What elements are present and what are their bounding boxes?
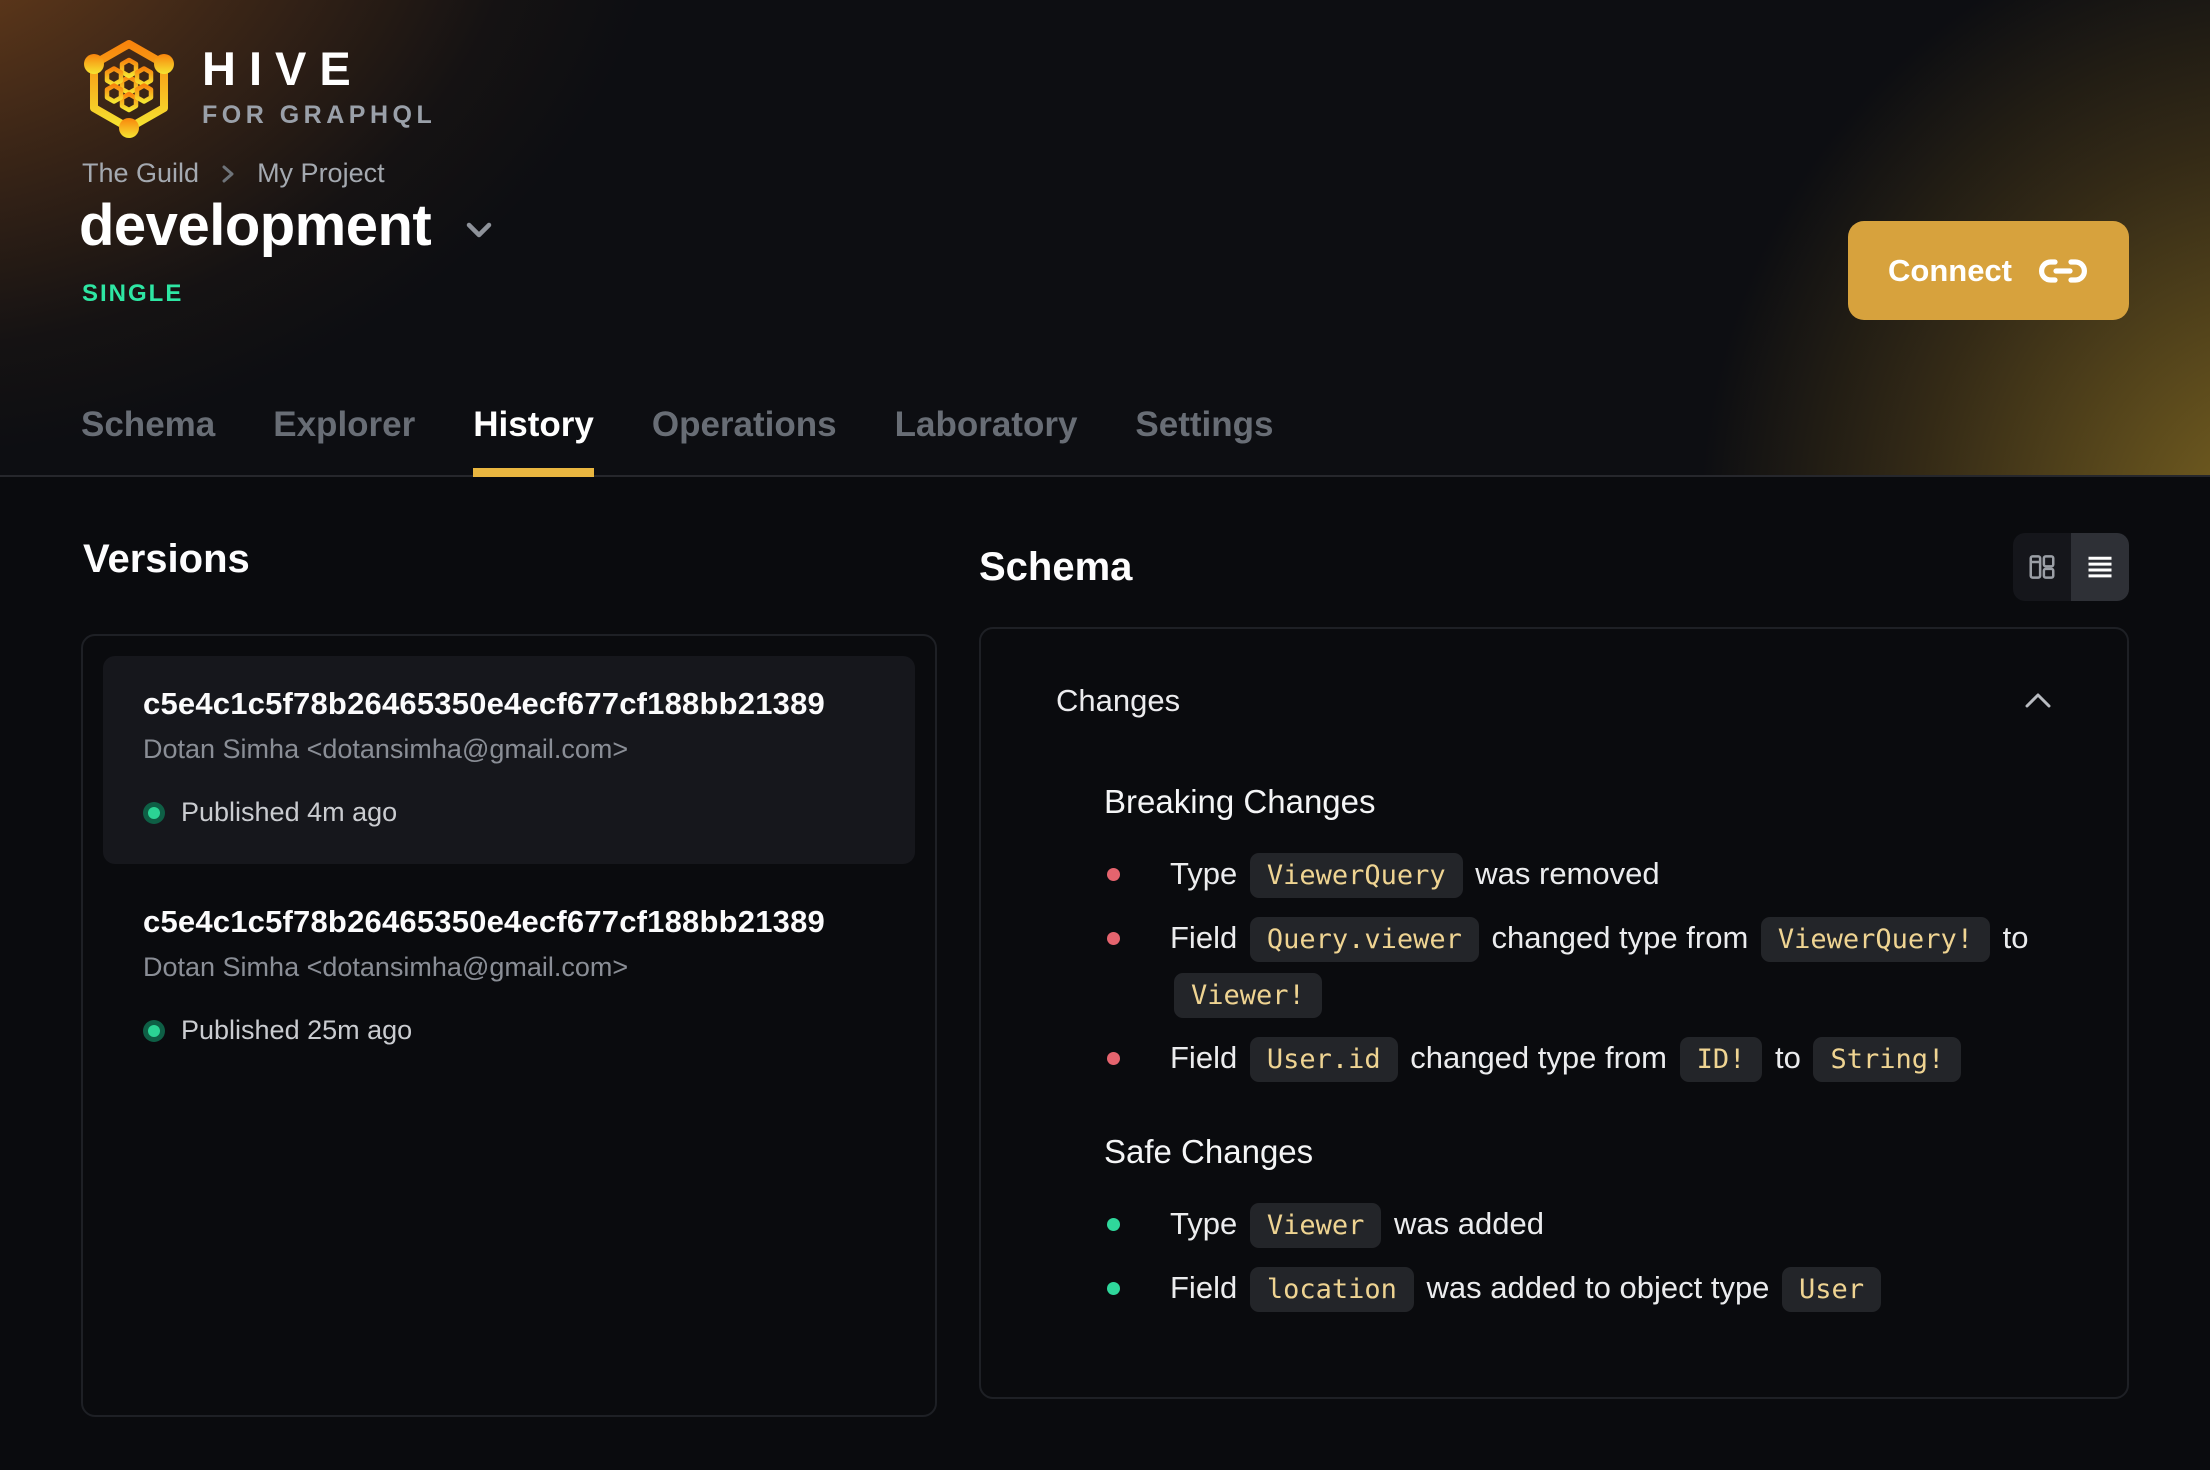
change-section: Breaking Changes Type ViewerQuery was rem… [1104,783,2057,1087]
brand-name: HIVE [202,41,364,95]
change-section-title: Breaking Changes [1104,783,1376,820]
tab-explorer[interactable]: Explorer [273,405,415,477]
code-chip: ViewerQuery! [1760,917,1990,962]
tab-bar: Schema Explorer History Operations Labor… [81,405,1274,477]
version-card[interactable]: c5e4c1c5f78b26465350e4ecf677cf188bb21389… [103,874,915,1082]
tab-history[interactable]: History [473,405,594,477]
page-title-target: development [79,193,432,258]
code-chip: User.id [1249,1037,1398,1082]
header: HIVE FOR GRAPHQL The Guild My Project de… [0,0,2210,477]
change-section: Safe Changes Type Viewer was added Field l… [1104,1133,2057,1317]
change-item: Field Query.viewer changed type from Vie… [1104,911,2057,1023]
tab-settings[interactable]: Settings [1135,405,1273,477]
target-mode-badge: SINGLE [82,280,184,307]
schema-heading: Schema [979,544,1133,589]
code-chip: Query.viewer [1249,917,1479,962]
version-hash: c5e4c1c5f78b26465350e4ecf677cf188bb21389 [143,904,825,939]
code-chip: Viewer! [1174,973,1322,1018]
versions-heading: Versions [83,537,250,581]
status-dot-icon [143,1019,165,1042]
columns-view-button[interactable] [2013,533,2071,601]
versions-panel: c5e4c1c5f78b26465350e4ecf677cf188bb21389… [81,634,937,1417]
brand-tagline: FOR GRAPHQL [202,100,437,129]
change-list: Type ViewerQuery was removed Field Query.… [1104,847,2057,1087]
status-dot-icon [143,801,165,824]
changes-title: Changes [1056,683,1181,718]
list-view-button[interactable] [2071,533,2129,601]
schema-column: Schema Changes Breaking Changes Type Vie… [979,531,2129,1417]
code-chip: Viewer [1249,1203,1382,1248]
changes-collapse-header[interactable]: Changes [1056,683,2057,719]
version-author: Dotan Simha <dotansimha@gmail.com> [143,734,629,764]
change-item: Type Viewer was added [1104,1197,2057,1253]
columns-view-icon [2027,552,2057,582]
change-item: Field location was added to object type … [1104,1261,2057,1317]
hive-logo[interactable]: HIVE FOR GRAPHQL [80,36,436,138]
chevron-right-icon [219,161,237,187]
main-content: Versions c5e4c1c5f78b26465350e4ecf677cf1… [0,531,2210,1417]
versions-column: Versions c5e4c1c5f78b26465350e4ecf677cf1… [81,531,937,1417]
tab-laboratory[interactable]: Laboratory [895,405,1078,477]
code-chip: String! [1813,1037,1962,1082]
tab-operations[interactable]: Operations [652,405,837,477]
change-list: Type Viewer was added Field location was … [1104,1197,2057,1317]
code-chip: location [1249,1267,1414,1312]
code-chip: ID! [1679,1037,1763,1082]
version-author: Dotan Simha <dotansimha@gmail.com> [143,952,629,982]
page: HIVE FOR GRAPHQL The Guild My Project de… [0,0,2210,1470]
hive-hexagon-icon [80,36,178,138]
version-card[interactable]: c5e4c1c5f78b26465350e4ecf677cf188bb21389… [103,656,915,864]
view-toggle [2013,533,2129,601]
connect-button[interactable]: Connect [1848,221,2129,320]
list-view-icon [2085,552,2115,582]
code-chip: ViewerQuery [1249,853,1463,898]
version-hash: c5e4c1c5f78b26465350e4ecf677cf188bb21389 [143,686,825,721]
connect-button-label: Connect [1888,252,2012,288]
link-icon [2037,251,2089,291]
code-chip: User [1782,1267,1882,1312]
breadcrumb: The Guild My Project [82,158,385,189]
change-section-title: Safe Changes [1104,1133,1314,1170]
breadcrumb-org[interactable]: The Guild [82,158,199,189]
chevron-down-icon[interactable] [463,220,495,242]
version-status: Published 25m ago [181,1015,413,1045]
changes-sections: Breaking Changes Type ViewerQuery was rem… [1056,783,2057,1317]
version-status: Published 4m ago [181,797,398,827]
change-item: Type ViewerQuery was removed [1104,847,2057,903]
tab-schema[interactable]: Schema [81,405,215,477]
chevron-up-icon [2019,688,2057,714]
breadcrumb-project[interactable]: My Project [257,158,385,189]
change-item: Field User.id changed type from ID! to S… [1104,1031,2057,1087]
changes-panel: Changes Breaking Changes Type ViewerQuery… [979,627,2129,1399]
